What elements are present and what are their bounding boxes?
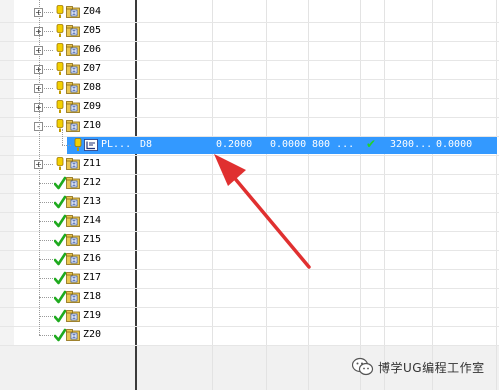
warning-bulb-icon (72, 138, 84, 152)
cell-value2: 0.0000 (270, 139, 307, 150)
checkmark-icon (53, 252, 67, 266)
checkmark-icon (53, 176, 67, 190)
program-row[interactable]: Z15 (0, 231, 499, 250)
program-row[interactable]: + Z05 (0, 22, 499, 41)
cell-tool: D8 (140, 139, 153, 150)
program-group-icon (66, 272, 80, 284)
program-group-icon (66, 120, 80, 132)
tree-connector (39, 183, 53, 184)
node-name: Z15 (83, 234, 102, 245)
program-row[interactable]: + Z07 (0, 60, 499, 79)
tree-trunk (39, 0, 40, 335)
row-divider (0, 345, 499, 346)
node-name: Z14 (83, 215, 102, 226)
node-name: Z20 (83, 329, 102, 340)
program-row[interactable]: Z16 (0, 250, 499, 269)
node-name: Z16 (83, 253, 102, 264)
warning-bulb-icon (54, 24, 66, 38)
program-row[interactable]: Z17 (0, 269, 499, 288)
checkmark-icon (53, 271, 67, 285)
tree-connector (39, 316, 53, 317)
node-name: Z11 (83, 158, 102, 169)
node-name: Z07 (83, 63, 102, 74)
program-row[interactable]: - Z10 (0, 117, 499, 136)
program-group-icon (66, 63, 80, 75)
program-group-icon (66, 291, 80, 303)
node-name: Z12 (83, 177, 102, 188)
tree-connector (62, 145, 71, 146)
node-name: Z05 (83, 25, 102, 36)
planar-mill-icon (84, 139, 98, 151)
warning-bulb-icon (54, 119, 66, 133)
program-row[interactable]: Z12 (0, 174, 499, 193)
node-name: Z19 (83, 310, 102, 321)
node-name: Z08 (83, 82, 102, 93)
cell-value1: 0.2000 (216, 139, 253, 150)
checkmark-icon (53, 195, 67, 209)
warning-bulb-icon (54, 157, 66, 171)
path-verified-check-icon: ✔ (366, 137, 377, 151)
program-group-icon (66, 82, 80, 94)
checkmark-icon (53, 309, 67, 323)
program-row[interactable]: Z20 (0, 326, 499, 345)
tree-connector (39, 202, 53, 203)
program-group-icon (66, 310, 80, 322)
program-group-icon (66, 329, 80, 341)
program-group-icon (66, 44, 80, 56)
program-row[interactable]: Z19 (0, 307, 499, 326)
program-row[interactable]: + Z06 (0, 41, 499, 60)
tree-connector (39, 240, 53, 241)
wechat-icon (352, 357, 374, 376)
program-group-icon (66, 196, 80, 208)
program-group-icon (66, 215, 80, 227)
node-name: Z10 (83, 120, 102, 131)
warning-bulb-icon (54, 100, 66, 114)
program-row[interactable]: + Z09 (0, 98, 499, 117)
checkmark-icon (53, 214, 67, 228)
node-name: Z17 (83, 272, 102, 283)
operation-navigator-grid: + Z04 + Z05 + Z06 + Z07 + Z08 + Z09- Z10 PL... D8 0.200… (0, 0, 499, 390)
program-group-icon (66, 158, 80, 170)
cell-value3: 800 ... (312, 139, 355, 150)
node-name: Z04 (83, 6, 102, 17)
tree-connector (39, 297, 53, 298)
warning-bulb-icon (54, 62, 66, 76)
tree-connector (39, 259, 53, 260)
cell-value4: 3200... (390, 139, 433, 150)
operation-row[interactable]: PL... D8 0.2000 0.0000 800 ... 3200... 0.0000 ✔ (0, 129, 499, 155)
node-name: Z18 (83, 291, 102, 302)
program-row[interactable]: + Z08 (0, 79, 499, 98)
warning-bulb-icon (54, 5, 66, 19)
program-group-icon (66, 253, 80, 265)
tree-connector (39, 278, 53, 279)
program-group-icon (66, 234, 80, 246)
node-name: Z09 (83, 101, 102, 112)
node-name: Z06 (83, 44, 102, 55)
node-name: Z13 (83, 196, 102, 207)
node-name: PL... (101, 139, 132, 150)
warning-bulb-icon (54, 81, 66, 95)
cell-value5: 0.0000 (436, 139, 473, 150)
checkmark-icon (53, 328, 67, 342)
watermark-text: 博学UG编程工作室 (378, 361, 485, 375)
checkmark-icon (53, 233, 67, 247)
tree-connector (39, 335, 53, 336)
watermark: 博学UG编程工作室 (352, 355, 492, 377)
program-row[interactable]: + Z04 (0, 3, 499, 22)
warning-bulb-icon (54, 43, 66, 57)
checkmark-icon (53, 290, 67, 304)
tree-connector (62, 129, 63, 145)
program-row[interactable]: + Z11 (0, 155, 499, 174)
program-group-icon (66, 177, 80, 189)
tree-connector (39, 221, 53, 222)
program-group-icon (66, 25, 80, 37)
program-row[interactable]: Z14 (0, 212, 499, 231)
program-row[interactable]: Z18 (0, 288, 499, 307)
program-row[interactable]: Z13 (0, 193, 499, 212)
program-group-icon (66, 101, 80, 113)
program-group-icon (66, 6, 80, 18)
